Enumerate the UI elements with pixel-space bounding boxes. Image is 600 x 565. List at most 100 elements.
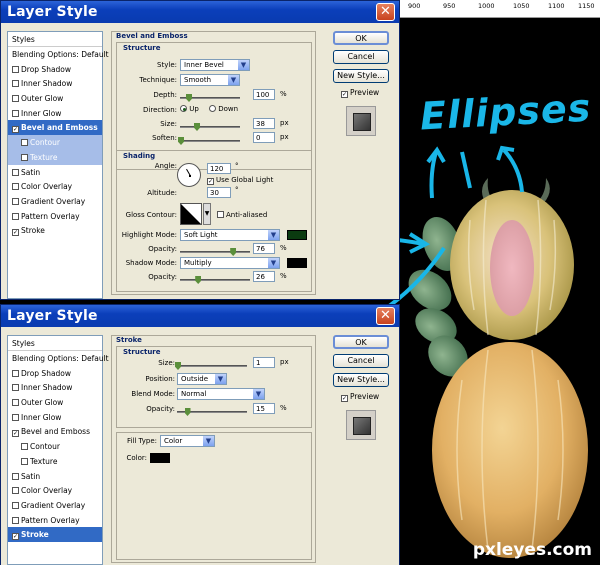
shadow-mode-select[interactable]: Multiply ▼ [180,257,280,269]
style-item[interactable]: Drop Shadow [8,62,102,77]
style-item[interactable]: Pattern Overlay [8,209,102,224]
preview-checkbox[interactable]: Preview [341,392,379,402]
shadow-opacity-input[interactable]: 26 [253,271,275,282]
checkbox-icon[interactable] [12,168,19,176]
style-item[interactable]: Satin [8,165,102,180]
dialog-titlebar[interactable]: Layer Style [1,1,399,23]
highlight-opacity-input[interactable]: 76 [253,243,275,254]
slider-thumb[interactable] [194,123,200,131]
checkbox-icon[interactable] [12,430,19,438]
highlight-opacity-slider[interactable] [180,248,250,256]
checkbox-icon[interactable] [12,126,19,134]
style-item[interactable]: Texture [8,454,102,469]
altitude-input[interactable]: 30 [207,187,231,198]
size-input[interactable]: 1 [253,357,275,368]
style-item[interactable]: Bevel and Emboss [8,424,102,439]
size-input[interactable]: 38 [253,118,275,129]
angle-dial[interactable] [177,163,201,187]
checkbox-icon[interactable] [12,183,19,191]
shadow-color-swatch[interactable] [287,258,307,268]
checkbox-icon[interactable] [12,487,19,495]
style-item[interactable]: Stroke [8,527,102,542]
chevron-down-icon[interactable]: ▼ [203,203,211,225]
style-item[interactable]: Blending Options: Default [8,47,109,62]
style-item[interactable]: Texture [8,149,102,165]
style-item[interactable]: Inner Shadow [8,76,102,91]
checkbox-icon[interactable] [12,95,19,103]
highlight-mode-select[interactable]: Soft Light ▼ [180,229,280,241]
soften-slider[interactable] [178,137,240,145]
checkbox-icon[interactable] [12,229,19,237]
style-item[interactable]: Contour [8,439,102,454]
preview-checkbox[interactable]: Preview [341,88,379,98]
ok-button[interactable]: OK [333,335,389,349]
style-item[interactable]: Contour [8,135,102,150]
fill-type-select[interactable]: Color ▼ [160,435,215,447]
slider-thumb[interactable] [195,276,202,284]
style-item[interactable]: Outer Glow [8,91,102,106]
anti-aliased-checkbox[interactable]: Anti-aliased [217,211,267,219]
checkbox-icon[interactable] [12,501,19,509]
checkbox-icon[interactable] [12,384,19,392]
slider-thumb[interactable] [175,362,181,370]
checkbox-icon[interactable] [12,197,19,205]
style-item[interactable]: Stroke [8,223,102,238]
soften-input[interactable]: 0 [253,132,275,143]
stroke-color-swatch[interactable] [150,453,170,463]
direction-up-radio[interactable]: Up [180,105,199,113]
close-button[interactable]: ✕ [376,3,395,21]
style-item[interactable]: Satin [8,469,102,484]
style-item[interactable]: Pattern Overlay [8,513,102,528]
opacity-input[interactable]: 15 [253,403,275,414]
checkbox-icon[interactable] [12,65,19,73]
checkbox-icon[interactable] [12,413,19,421]
style-item[interactable]: Color Overlay [8,483,102,498]
position-select[interactable]: Outside ▼ [177,373,227,385]
slider-thumb[interactable] [184,408,191,416]
new-style-button[interactable]: New Style... [333,69,389,83]
checkbox-icon[interactable] [12,369,19,377]
checkbox-icon[interactable] [21,139,28,147]
checkbox-icon[interactable] [12,472,19,480]
style-item[interactable]: Inner Glow [8,410,102,425]
checkbox-icon[interactable] [12,533,19,541]
size-slider[interactable] [175,362,247,370]
depth-slider[interactable] [180,94,240,102]
slider-thumb[interactable] [186,94,192,102]
gloss-contour-picker[interactable] [180,203,202,225]
style-item[interactable]: Outer Glow [8,395,102,410]
technique-select[interactable]: Smooth ▼ [180,74,240,86]
checkbox-icon[interactable] [12,516,19,524]
style-item[interactable]: Color Overlay [8,179,102,194]
cancel-button[interactable]: Cancel [333,354,389,368]
styles-header[interactable]: Styles [8,336,102,351]
checkbox-icon[interactable] [21,457,28,465]
new-style-button[interactable]: New Style... [333,373,389,387]
style-item[interactable]: Drop Shadow [8,366,102,381]
opacity-slider[interactable] [177,408,247,416]
checkbox-icon[interactable] [12,399,19,407]
style-item[interactable]: Gradient Overlay [8,194,102,209]
ok-button[interactable]: OK [333,31,389,45]
style-select[interactable]: Inner Bevel ▼ [180,59,250,71]
depth-input[interactable]: 100 [253,89,275,100]
checkbox-icon[interactable] [12,80,19,88]
angle-input[interactable]: 120 [207,163,231,174]
size-slider[interactable] [180,123,240,131]
blend-mode-select[interactable]: Normal ▼ [177,388,265,400]
slider-thumb[interactable] [178,137,184,145]
slider-thumb[interactable] [230,248,237,256]
style-item[interactable]: Gradient Overlay [8,498,102,513]
style-item[interactable]: Bevel and Emboss [8,120,102,136]
checkbox-icon[interactable] [21,153,28,161]
highlight-color-swatch[interactable] [287,230,307,240]
style-item[interactable]: Blending Options: Default [8,351,109,366]
close-button[interactable]: ✕ [376,307,395,325]
style-item[interactable]: Inner Glow [8,106,102,121]
style-item[interactable]: Inner Shadow [8,380,102,395]
checkbox-icon[interactable] [21,443,28,451]
direction-down-radio[interactable]: Down [209,105,238,113]
checkbox-icon[interactable] [12,212,19,220]
dialog-titlebar[interactable]: Layer Style [1,305,399,327]
shadow-opacity-slider[interactable] [180,276,250,284]
